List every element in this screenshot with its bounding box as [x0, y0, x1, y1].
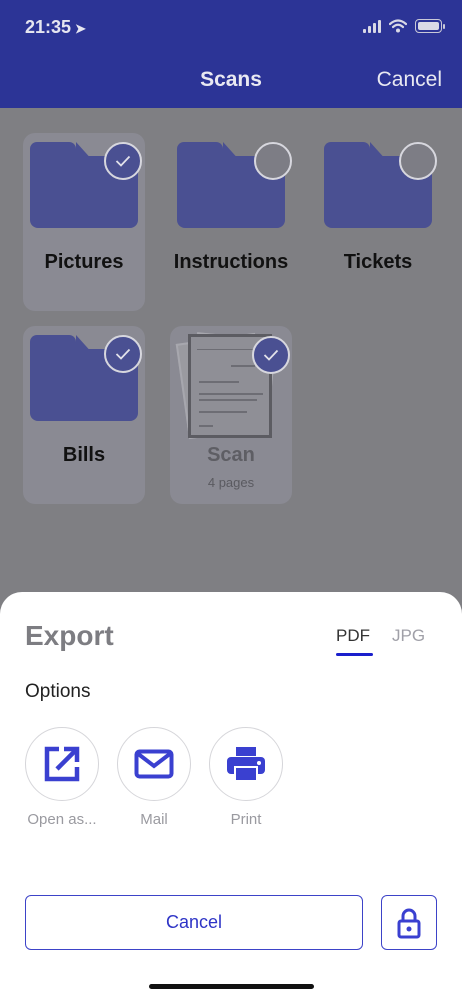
status-indicators — [363, 19, 445, 33]
folder-tile-bills[interactable]: Bills — [23, 326, 145, 504]
unselected-check-icon[interactable] — [254, 142, 292, 180]
folder-name: Bills — [62, 444, 106, 466]
option-mail[interactable]: Mail — [117, 727, 191, 829]
selected-check-icon[interactable] — [104, 142, 142, 180]
format-tab-pdf[interactable]: PDF — [336, 626, 370, 646]
folder-name: Pictures — [44, 251, 124, 273]
external-link-icon — [44, 746, 80, 782]
option-open-as[interactable]: Open as... — [25, 727, 99, 829]
selected-check-icon[interactable] — [104, 335, 142, 373]
folder-name: Instructions — [173, 251, 289, 273]
location-arrow-icon: ➤ — [75, 21, 86, 36]
status-time: 21:35 ➤ — [25, 17, 86, 38]
mail-icon — [134, 749, 174, 779]
export-sheet: Export PDF JPG Options Open as... Mail P… — [0, 592, 462, 1000]
lock-button[interactable] — [381, 895, 437, 950]
printer-icon — [227, 747, 265, 782]
option-print[interactable]: Print — [209, 727, 283, 829]
folder-tile-pictures[interactable]: Pictures — [23, 133, 145, 311]
options-heading: Options — [25, 681, 91, 702]
battery-icon — [415, 19, 445, 33]
option-label: Mail — [140, 811, 168, 828]
print-button[interactable] — [209, 727, 283, 801]
option-label: Print — [230, 811, 262, 828]
sheet-title: Export — [25, 620, 114, 651]
nav-bar: 21:35 ➤ Scans Cancel — [0, 0, 462, 108]
unselected-check-icon[interactable] — [399, 142, 437, 180]
lock-icon — [397, 908, 421, 938]
format-tab-indicator — [336, 653, 373, 656]
folder-name: Tickets — [343, 251, 413, 273]
status-time-text: 21:35 — [25, 17, 72, 37]
scan-page-count: 4 pages — [207, 475, 255, 490]
home-indicator[interactable] — [149, 984, 314, 989]
signal-icon — [363, 19, 381, 33]
wifi-icon — [389, 19, 407, 33]
selected-check-icon[interactable] — [252, 336, 290, 374]
folder-tile-instructions[interactable]: Instructions — [170, 133, 292, 311]
folder-tile-tickets[interactable]: Tickets — [317, 133, 439, 311]
mail-button[interactable] — [117, 727, 191, 801]
sheet-cancel-button[interactable]: Cancel — [25, 895, 363, 950]
scan-tile[interactable]: Scan 4 pages — [170, 326, 292, 504]
nav-cancel-button[interactable]: Cancel — [377, 68, 442, 92]
option-label: Open as... — [27, 811, 97, 828]
open-as-button[interactable] — [25, 727, 99, 801]
scan-name: Scan — [207, 444, 255, 466]
format-tab-jpg[interactable]: JPG — [392, 626, 425, 646]
